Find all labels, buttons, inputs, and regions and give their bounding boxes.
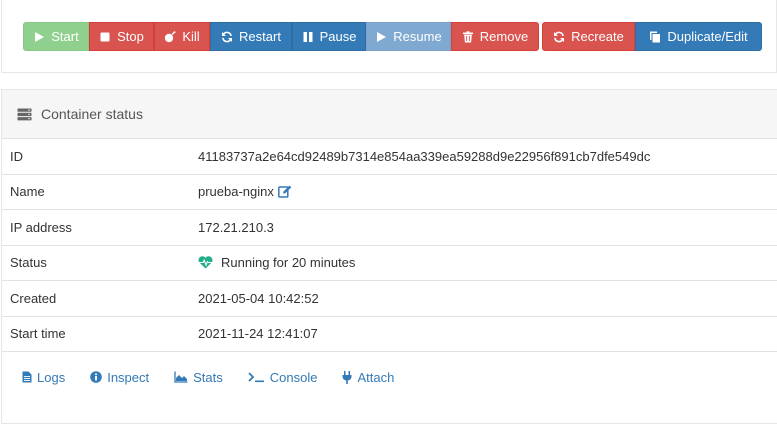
trash-icon: [462, 30, 473, 42]
file-text-icon: [22, 371, 32, 383]
restart-button[interactable]: Restart: [210, 22, 292, 51]
row-label: Created: [10, 290, 57, 306]
duplicate-edit-button[interactable]: Duplicate/Edit: [635, 22, 762, 51]
widget-header: Container status: [2, 90, 777, 139]
pause-icon: [303, 31, 313, 42]
resume-button[interactable]: Resume: [366, 22, 451, 51]
bomb-icon: [165, 30, 176, 42]
container-status-widget: Container status ID 41183737a2e64cd92489…: [1, 89, 777, 424]
heartbeat-icon: [198, 256, 213, 269]
row-label: Start time: [10, 326, 66, 342]
ip-address-value: 172.21.210.3: [198, 219, 274, 235]
plug-icon: [342, 370, 352, 384]
server-icon: [17, 108, 32, 120]
remove-button[interactable]: Remove: [451, 22, 539, 51]
status-text: Running for 20 minutes: [221, 255, 356, 271]
play-icon: [377, 31, 387, 42]
actions-panel: Start Stop Kill Restart Pause Resume Rem…: [1, 0, 777, 73]
widget-title: Container status: [41, 106, 143, 122]
row-label: IP address: [10, 219, 72, 235]
container-name-text: prueba-nginx: [198, 184, 274, 200]
status-value: Running for 20 minutes: [198, 255, 355, 270]
stats-link[interactable]: Stats: [174, 370, 223, 385]
stop-button[interactable]: Stop: [89, 22, 154, 51]
pause-button[interactable]: Pause: [292, 22, 366, 51]
table-row-id: ID 41183737a2e64cd92489b7314e854aa339ea5…: [2, 139, 777, 175]
recreate-actions-group: Recreate Duplicate/Edit: [542, 22, 762, 51]
console-link[interactable]: Console: [248, 370, 317, 385]
container-links: Logs Inspect Stats Console Attach: [2, 352, 777, 402]
kill-button[interactable]: Kill: [154, 22, 210, 51]
row-label: ID: [10, 148, 23, 164]
recreate-button[interactable]: Recreate: [542, 22, 635, 51]
container-id-value: 41183737a2e64cd92489b7314e854aa339ea5928…: [198, 148, 651, 164]
table-row-created: Created 2021-05-04 10:42:52: [2, 281, 777, 317]
play-icon: [35, 31, 45, 42]
logs-link[interactable]: Logs: [22, 370, 65, 385]
info-circle-icon: [90, 371, 103, 383]
container-actions-group: Start Stop Kill Restart Pause Resume Rem…: [23, 22, 539, 51]
container-name-value: prueba-nginx: [198, 184, 292, 199]
copy-icon: [650, 31, 661, 42]
table-row-ip: IP address 172.21.210.3: [2, 210, 777, 246]
edit-icon[interactable]: [277, 185, 292, 198]
start-time-value: 2021-11-24 12:41:07: [198, 326, 318, 342]
attach-link[interactable]: Attach: [342, 370, 394, 385]
row-label: Status: [10, 255, 47, 271]
terminal-icon: [248, 372, 264, 383]
table-row-start-time: Start time 2021-11-24 12:41:07: [2, 317, 777, 352]
table-row-status: Status Running for 20 minutes: [2, 246, 777, 281]
start-button[interactable]: Start: [23, 22, 89, 51]
inspect-link[interactable]: Inspect: [90, 370, 149, 385]
row-label: Name: [10, 184, 45, 200]
refresh-icon: [554, 31, 565, 42]
created-value: 2021-05-04 10:42:52: [198, 290, 319, 306]
stop-icon: [100, 32, 110, 41]
table-row-name: Name prueba-nginx: [2, 175, 777, 210]
area-chart-icon: [174, 371, 188, 383]
refresh-icon: [222, 31, 233, 42]
